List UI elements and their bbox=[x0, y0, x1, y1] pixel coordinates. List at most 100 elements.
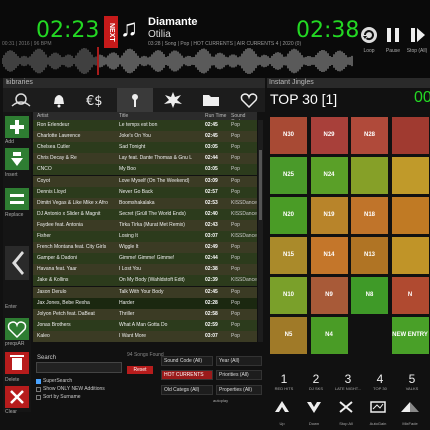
reset-button[interactable]: Reset bbox=[127, 366, 153, 374]
svg-text:€$: €$ bbox=[86, 94, 103, 108]
category-tab-effects[interactable] bbox=[155, 88, 191, 112]
waveform[interactable] bbox=[2, 47, 354, 75]
add-button[interactable] bbox=[5, 116, 29, 138]
jingle-cell[interactable]: N25 bbox=[270, 157, 307, 194]
table-row[interactable]: Jax Jones, Bebe Rexha Harder 02:28 Pop bbox=[33, 297, 257, 309]
pause-button[interactable]: Pause bbox=[382, 22, 404, 62]
stop-all-label: Stop (All) bbox=[406, 48, 428, 54]
enter-button[interactable] bbox=[5, 246, 29, 280]
bank-button-1[interactable]: 1 RED HITS bbox=[269, 372, 299, 398]
jingle-cell[interactable]: N18 bbox=[351, 197, 388, 234]
table-row[interactable]: Jolyon Petch feat. DaBeat Thriller 02:58 Po… bbox=[33, 308, 257, 320]
table-row[interactable]: DJ Antonio x Slider & Magnit Secret (Grül… bbox=[33, 208, 257, 220]
bank-button-3[interactable]: 3 LATE NIGHT... bbox=[333, 372, 363, 398]
sort-surname-checkbox[interactable] bbox=[36, 395, 41, 400]
table-row[interactable]: Jake & Kollins On My Body (Wahldstoft Edi… bbox=[33, 275, 257, 287]
superseach-checkbox[interactable] bbox=[36, 379, 41, 384]
year-filter[interactable]: Year (All) bbox=[216, 356, 262, 366]
jingle-cell[interactable]: N10 bbox=[270, 277, 307, 314]
category-tab-bell[interactable] bbox=[41, 88, 77, 112]
stop-all-jingles-button[interactable]: Stop All bbox=[333, 400, 359, 430]
close-icon[interactable]: × bbox=[6, 79, 263, 86]
jingle-cell[interactable]: N15 bbox=[270, 237, 307, 274]
up-button[interactable]: Up bbox=[269, 400, 295, 430]
jingle-cell[interactable] bbox=[391, 237, 429, 274]
table-row[interactable]: French Montana feat. City Girls Wiggle It… bbox=[33, 242, 257, 254]
jingle-cell[interactable]: N19 bbox=[310, 197, 348, 234]
jingle-cell[interactable] bbox=[351, 317, 388, 354]
loop-button[interactable]: Loop bbox=[358, 22, 380, 62]
library-scrollbar[interactable] bbox=[258, 120, 263, 342]
mixfade-button[interactable]: MixFade bbox=[397, 400, 423, 430]
only-new-checkbox[interactable] bbox=[36, 387, 41, 392]
table-row[interactable]: Jason Derulo Talk With Your Body 02:45 Pop bbox=[33, 286, 257, 298]
jingle-cell[interactable]: N bbox=[391, 277, 429, 314]
col-runtime[interactable]: Run Time bbox=[205, 113, 226, 119]
jingle-cell[interactable]: N28 bbox=[351, 117, 388, 154]
heart-icon bbox=[7, 321, 27, 339]
table-row[interactable]: Dennis Lloyd Never Go Back 02:57 Pop bbox=[33, 186, 257, 198]
preqsar-button[interactable] bbox=[5, 318, 29, 340]
table-row[interactable]: Jonas Brothers What A Man Gotta Do 02:59 Po… bbox=[33, 319, 257, 331]
jingle-cell[interactable] bbox=[391, 117, 429, 154]
category-tab-favorites[interactable] bbox=[231, 88, 267, 112]
sound-code-cell: Pop bbox=[231, 321, 240, 328]
table-row[interactable]: CNCO My Boo 03:05 Pop bbox=[33, 164, 257, 176]
jingle-cell[interactable] bbox=[391, 157, 429, 194]
replace-button[interactable] bbox=[5, 188, 29, 210]
bank-button-4[interactable]: 4 TOP 30 bbox=[365, 372, 395, 398]
category-tab-music[interactable] bbox=[117, 88, 153, 112]
table-row[interactable]: Fisher Losing It 03:07 KISSDance2 bbox=[33, 231, 257, 243]
runtime-cell: 02:43 bbox=[205, 221, 218, 228]
table-row[interactable]: Faydee feat. Antonia Tirka Tirka (Murat M… bbox=[33, 219, 257, 231]
table-row[interactable]: Dimitri Vegas & Like Mike x Afro Boomshak… bbox=[33, 197, 257, 209]
table-row[interactable]: Havana feat. Yaar I Lost You 02:38 Pop bbox=[33, 264, 257, 276]
bank-button-5[interactable]: 5 VALKS bbox=[397, 372, 427, 398]
jingle-cell[interactable]: N9 bbox=[310, 277, 348, 314]
jingle-cell[interactable] bbox=[351, 157, 388, 194]
delete-button[interactable] bbox=[5, 352, 29, 374]
sound-code-filter[interactable]: Sound Code (All) bbox=[161, 356, 213, 366]
col-title[interactable]: Title bbox=[119, 113, 128, 119]
bank-label: RED HITS bbox=[274, 386, 294, 391]
jingle-cell[interactable]: NEW ENTRY bbox=[391, 317, 429, 354]
bank-number: 3 bbox=[344, 372, 352, 386]
insert-button[interactable] bbox=[5, 148, 29, 170]
jingle-cell[interactable]: N8 bbox=[351, 277, 388, 314]
sound-code-cell: Pop bbox=[231, 332, 240, 339]
jingle-cell[interactable]: N5 bbox=[270, 317, 307, 354]
table-row[interactable]: Coyot Love Myself (On The Weekend) 03:09 Po… bbox=[33, 175, 257, 187]
jingle-cell[interactable]: N14 bbox=[310, 237, 348, 274]
autogain-button[interactable]: AutoGain bbox=[365, 400, 391, 430]
priorities-filter[interactable]: Priorities (All) bbox=[216, 370, 262, 380]
jingle-cell[interactable]: N24 bbox=[310, 157, 348, 194]
bank-button-2[interactable]: 2 DJ SKS bbox=[301, 372, 331, 398]
song-artist: Otilia bbox=[148, 29, 171, 40]
down-button[interactable]: Down bbox=[301, 400, 327, 430]
table-row[interactable]: Chris Decay & Re Lay feat. Dante Thomas &… bbox=[33, 153, 257, 165]
search-input[interactable] bbox=[36, 362, 122, 373]
jingle-cell[interactable] bbox=[391, 197, 429, 234]
jingle-cell[interactable]: N29 bbox=[310, 117, 348, 154]
jingle-cell[interactable]: N20 bbox=[270, 197, 307, 234]
jingle-cell[interactable]: N4 bbox=[310, 317, 348, 354]
category-filter[interactable]: HOT CURRENTS bbox=[161, 370, 213, 380]
table-row[interactable]: Kaleo I Want More 03:07 Pop bbox=[33, 330, 257, 342]
category-tab-folders[interactable] bbox=[193, 88, 229, 112]
stop-all-button[interactable]: Stop (All) bbox=[406, 22, 428, 62]
table-row[interactable]: Ron Erlendeur Le temps est bon 02:45 Pop bbox=[33, 120, 257, 132]
table-row[interactable]: Charlotte Lawrence Joke's On You 02:45 Pop bbox=[33, 131, 257, 143]
jingle-cell[interactable]: N13 bbox=[351, 237, 388, 274]
bank-label: TOP 30 bbox=[373, 386, 387, 391]
table-row[interactable]: Gamper & Dadoni Gimme! Gimme! Gimme! 02:44… bbox=[33, 253, 257, 265]
category-tab-voice[interactable] bbox=[3, 88, 39, 112]
category-tab-commercials[interactable]: €$ bbox=[79, 88, 115, 112]
col-artist[interactable]: Artist bbox=[37, 113, 48, 119]
clear-button[interactable] bbox=[5, 386, 29, 408]
properties-filter[interactable]: Properties (All) bbox=[216, 385, 262, 395]
table-row[interactable]: Chelsea Cutler Sad Tonight 03:05 Pop bbox=[33, 142, 257, 154]
scroll-thumb[interactable] bbox=[259, 150, 262, 220]
old-categories-filter[interactable]: Old Categs (All) bbox=[161, 385, 213, 395]
jingle-cell[interactable]: N30 bbox=[270, 117, 307, 154]
autoplay-label[interactable]: autoplay bbox=[213, 398, 228, 403]
